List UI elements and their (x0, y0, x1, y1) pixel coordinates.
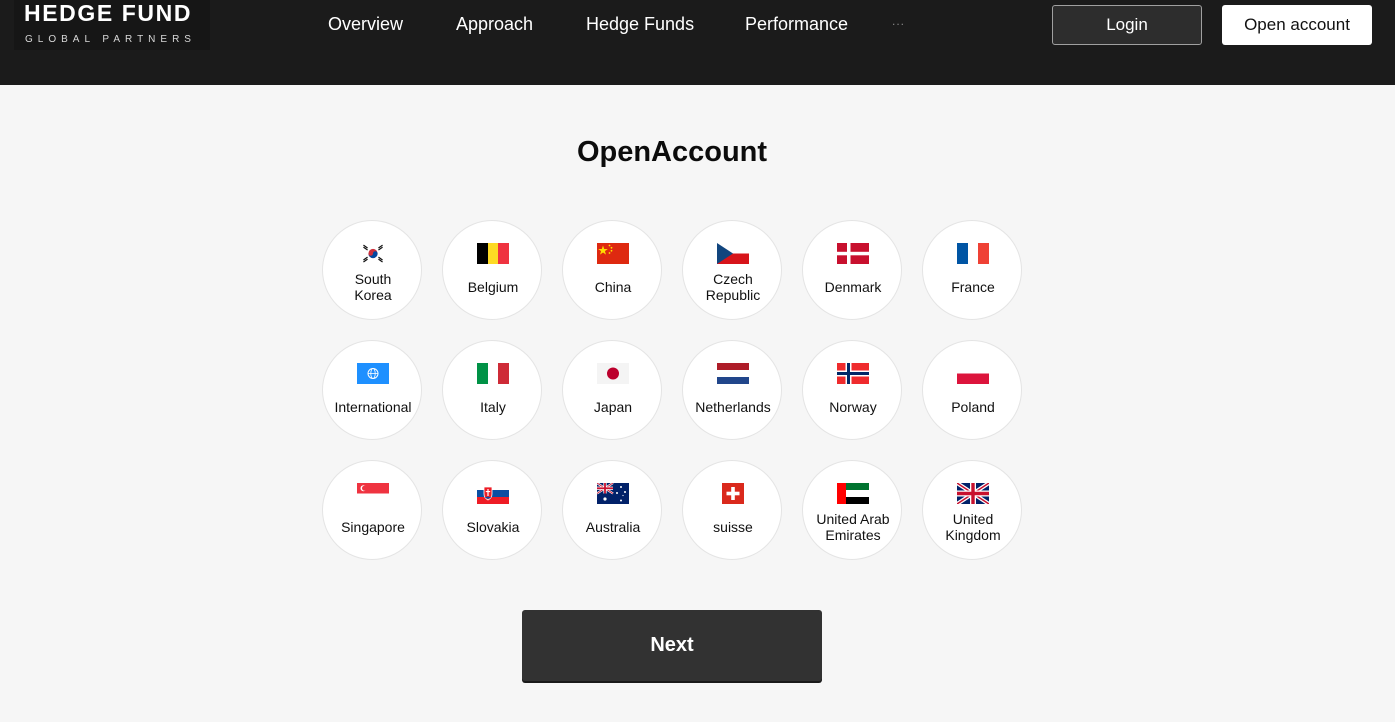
country-label: International (334, 399, 412, 415)
country-poland[interactable]: Poland (922, 340, 1022, 440)
japan-flag-icon (597, 363, 629, 384)
country-label: China (594, 279, 632, 295)
country-norway[interactable]: Norway (802, 340, 902, 440)
france-flag-icon (957, 243, 989, 264)
nav-performance[interactable]: Performance (745, 14, 848, 35)
country-grid: South Korea Belgium China Czech Republic D… (322, 220, 1022, 560)
united-kingdom-flag-icon (957, 483, 989, 504)
logo-subtitle: GLOBAL PARTNERS (25, 34, 196, 45)
country-label: suisse (713, 519, 753, 535)
international-flag-icon (357, 363, 389, 384)
country-united-kingdom[interactable]: United Kingdom (922, 460, 1022, 560)
uae-flag-icon (837, 483, 869, 504)
country-switzerland[interactable]: suisse (682, 460, 782, 560)
login-button[interactable]: Login (1052, 5, 1202, 45)
country-label: United Kingdom (945, 511, 1001, 543)
country-australia[interactable]: Australia (562, 460, 662, 560)
country-south-korea[interactable]: South Korea (322, 220, 422, 320)
china-flag-icon (597, 243, 629, 264)
country-label: Japan (593, 399, 633, 415)
next-button[interactable]: Next (522, 610, 822, 681)
logo-title: HEDGE FUND (24, 0, 193, 26)
australia-flag-icon (597, 483, 629, 504)
country-label: Poland (951, 399, 995, 415)
country-belgium[interactable]: Belgium (442, 220, 542, 320)
nav-more-icon[interactable]: ... (892, 14, 905, 28)
country-slovakia[interactable]: Slovakia (442, 460, 542, 560)
country-japan[interactable]: Japan (562, 340, 662, 440)
italy-flag-icon (477, 363, 509, 384)
country-label: Norway (829, 399, 877, 415)
country-label: Netherlands (695, 399, 771, 415)
country-singapore[interactable]: Singapore (322, 460, 422, 560)
country-label: Singapore (341, 519, 405, 535)
country-italy[interactable]: Italy (442, 340, 542, 440)
country-label: Czech Republic (705, 271, 761, 303)
country-label: South Korea (354, 271, 392, 303)
slovakia-flag-icon (477, 483, 509, 504)
top-header: HEDGE FUND GLOBAL PARTNERS Overview Appr… (0, 0, 1395, 85)
country-label: Denmark (824, 279, 882, 295)
nav-approach[interactable]: Approach (456, 14, 533, 35)
open-account-button[interactable]: Open account (1222, 5, 1372, 45)
country-denmark[interactable]: Denmark (802, 220, 902, 320)
country-uae[interactable]: United Arab Emirates (802, 460, 902, 560)
country-label: Australia (585, 519, 641, 535)
norway-flag-icon (837, 363, 869, 384)
poland-flag-icon (957, 363, 989, 384)
switzerland-flag-icon (722, 483, 744, 504)
nav-hedge-funds[interactable]: Hedge Funds (586, 14, 694, 35)
country-label: France (951, 279, 995, 295)
logo[interactable]: HEDGE FUND GLOBAL PARTNERS (14, 0, 210, 50)
country-netherlands[interactable]: Netherlands (682, 340, 782, 440)
country-label: United Arab Emirates (816, 511, 890, 543)
country-international[interactable]: International (322, 340, 422, 440)
country-czech-republic[interactable]: Czech Republic (682, 220, 782, 320)
country-label: Belgium (467, 279, 519, 295)
netherlands-flag-icon (717, 363, 749, 384)
belgium-flag-icon (477, 243, 509, 264)
czech-republic-flag-icon (717, 243, 749, 264)
singapore-flag-icon (357, 483, 389, 504)
country-label: Italy (480, 399, 506, 415)
country-china[interactable]: China (562, 220, 662, 320)
country-france[interactable]: France (922, 220, 1022, 320)
denmark-flag-icon (837, 243, 869, 264)
nav-overview[interactable]: Overview (328, 14, 403, 35)
page-title: OpenAccount (576, 136, 768, 168)
south-korea-flag-icon (357, 243, 389, 264)
country-label: Slovakia (466, 519, 520, 535)
